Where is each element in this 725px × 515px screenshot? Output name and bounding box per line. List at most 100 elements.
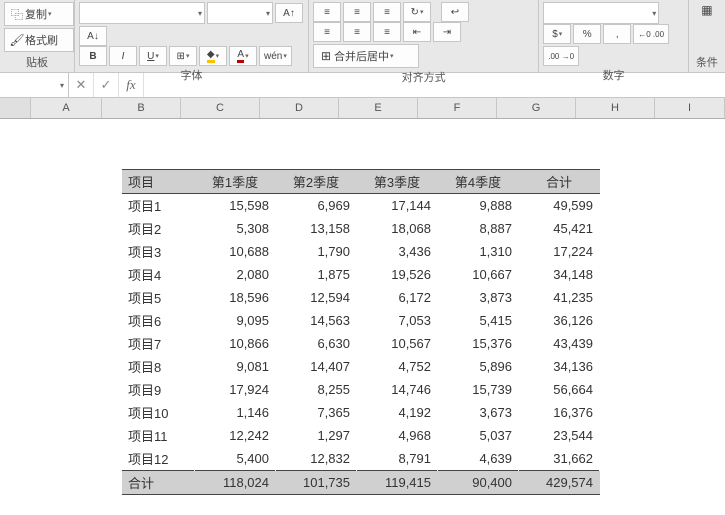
fill-color-button[interactable]: ◆▾	[199, 46, 227, 66]
data-cell[interactable]: 4,752	[357, 355, 438, 378]
data-cell[interactable]: 6,172	[357, 286, 438, 309]
col-header[interactable]: I	[655, 98, 725, 118]
total-cell[interactable]: 101,735	[276, 471, 357, 495]
italic-button[interactable]: I	[109, 46, 137, 66]
data-cell[interactable]: 5,037	[438, 424, 519, 447]
row-name-cell[interactable]: 项目7	[122, 332, 195, 355]
copy-button[interactable]: ⿻复制▾	[4, 2, 74, 26]
font-color-button[interactable]: A▾	[229, 46, 257, 66]
col-header[interactable]: F	[418, 98, 497, 118]
percent-button[interactable]: %	[573, 24, 601, 44]
data-cell[interactable]: 1,297	[276, 424, 357, 447]
table-row[interactable]: 项目917,9248,25514,74615,73956,664	[122, 378, 600, 401]
currency-button[interactable]: $▾	[543, 24, 571, 44]
table-row[interactable]: 项目25,30813,15818,0688,88745,421	[122, 217, 600, 240]
row-name-cell[interactable]: 项目10	[122, 401, 195, 424]
phonetic-button[interactable]: wén▾	[259, 46, 292, 66]
accept-formula-button[interactable]: ✓	[94, 73, 119, 97]
col-header[interactable]: D	[260, 98, 339, 118]
data-cell[interactable]: 45,421	[519, 217, 600, 240]
row-name-cell[interactable]: 项目8	[122, 355, 195, 378]
wrap-text-button[interactable]: ↩	[441, 2, 469, 22]
col-header[interactable]: H	[576, 98, 655, 118]
align-right-button[interactable]: ≡	[373, 22, 401, 42]
data-cell[interactable]: 13,158	[276, 217, 357, 240]
increase-decimal-button[interactable]: ←0 .00	[633, 24, 669, 44]
table-row[interactable]: 项目125,40012,8328,7914,63931,662	[122, 447, 600, 471]
data-cell[interactable]: 15,739	[438, 378, 519, 401]
data-cell[interactable]: 18,596	[195, 286, 276, 309]
format-painter-button[interactable]: 🖌格式刷	[4, 28, 74, 52]
table-row[interactable]: 项目101,1467,3654,1923,67316,376	[122, 401, 600, 424]
table-row[interactable]: 项目42,0801,87519,52610,66734,148	[122, 263, 600, 286]
data-cell[interactable]: 5,415	[438, 309, 519, 332]
data-cell[interactable]: 34,148	[519, 263, 600, 286]
data-cell[interactable]: 56,664	[519, 378, 600, 401]
data-cell[interactable]: 17,224	[519, 240, 600, 263]
data-cell[interactable]: 43,439	[519, 332, 600, 355]
data-cell[interactable]: 31,662	[519, 447, 600, 471]
row-name-cell[interactable]: 项目9	[122, 378, 195, 401]
merge-center-button[interactable]: ⊞合并后居中▾	[313, 44, 419, 68]
data-cell[interactable]: 10,866	[195, 332, 276, 355]
data-cell[interactable]: 7,365	[276, 401, 357, 424]
data-cell[interactable]: 18,068	[357, 217, 438, 240]
row-name-cell[interactable]: 项目6	[122, 309, 195, 332]
data-cell[interactable]: 8,791	[357, 447, 438, 471]
data-cell[interactable]: 3,673	[438, 401, 519, 424]
col-header[interactable]: G	[497, 98, 576, 118]
decrease-font-button[interactable]: A↓	[79, 26, 107, 46]
comma-button[interactable]: ,	[603, 24, 631, 44]
data-cell[interactable]: 4,968	[357, 424, 438, 447]
align-bottom-button[interactable]: ≡	[373, 2, 401, 22]
data-cell[interactable]: 12,242	[195, 424, 276, 447]
data-cell[interactable]: 3,436	[357, 240, 438, 263]
total-row[interactable]: 合计118,024101,735119,41590,400429,574	[122, 471, 600, 495]
select-all-corner[interactable]	[0, 98, 31, 118]
col-header[interactable]: C	[181, 98, 260, 118]
data-cell[interactable]: 1,146	[195, 401, 276, 424]
table-row[interactable]: 项目69,09514,5637,0535,41536,126	[122, 309, 600, 332]
font-size-select[interactable]	[207, 2, 273, 24]
data-cell[interactable]: 5,400	[195, 447, 276, 471]
decrease-indent-button[interactable]: ⇤	[403, 22, 431, 42]
data-cell[interactable]: 10,567	[357, 332, 438, 355]
row-name-cell[interactable]: 项目12	[122, 447, 195, 471]
row-name-cell[interactable]: 项目11	[122, 424, 195, 447]
data-cell[interactable]: 8,255	[276, 378, 357, 401]
bold-button[interactable]: B	[79, 46, 107, 66]
data-cell[interactable]: 34,136	[519, 355, 600, 378]
total-cell[interactable]: 118,024	[195, 471, 276, 495]
data-cell[interactable]: 1,875	[276, 263, 357, 286]
row-name-cell[interactable]: 项目1	[122, 194, 195, 218]
data-cell[interactable]: 9,888	[438, 194, 519, 218]
data-cell[interactable]: 8,887	[438, 217, 519, 240]
col-header[interactable]: B	[102, 98, 181, 118]
table-row[interactable]: 项目518,59612,5946,1723,87341,235	[122, 286, 600, 309]
data-cell[interactable]: 14,407	[276, 355, 357, 378]
data-cell[interactable]: 9,095	[195, 309, 276, 332]
align-top-button[interactable]: ≡	[313, 2, 341, 22]
total-cell[interactable]: 90,400	[438, 471, 519, 495]
row-name-cell[interactable]: 项目5	[122, 286, 195, 309]
total-cell[interactable]: 429,574	[519, 471, 600, 495]
table-row[interactable]: 项目89,08114,4074,7525,89634,136	[122, 355, 600, 378]
data-cell[interactable]: 1,790	[276, 240, 357, 263]
table-row[interactable]: 项目710,8666,63010,56715,37643,439	[122, 332, 600, 355]
data-cell[interactable]: 19,526	[357, 263, 438, 286]
fx-button[interactable]: fx	[119, 73, 144, 97]
data-cell[interactable]: 41,235	[519, 286, 600, 309]
data-cell[interactable]: 36,126	[519, 309, 600, 332]
font-family-select[interactable]	[79, 2, 205, 24]
data-cell[interactable]: 6,630	[276, 332, 357, 355]
total-label-cell[interactable]: 合计	[122, 471, 195, 495]
increase-font-button[interactable]: A↑	[275, 3, 303, 23]
data-cell[interactable]: 14,563	[276, 309, 357, 332]
data-cell[interactable]: 14,746	[357, 378, 438, 401]
total-cell[interactable]: 119,415	[357, 471, 438, 495]
data-cell[interactable]: 5,308	[195, 217, 276, 240]
align-left-button[interactable]: ≡	[313, 22, 341, 42]
data-cell[interactable]: 17,144	[357, 194, 438, 218]
data-cell[interactable]: 12,594	[276, 286, 357, 309]
formula-input[interactable]	[144, 73, 725, 97]
